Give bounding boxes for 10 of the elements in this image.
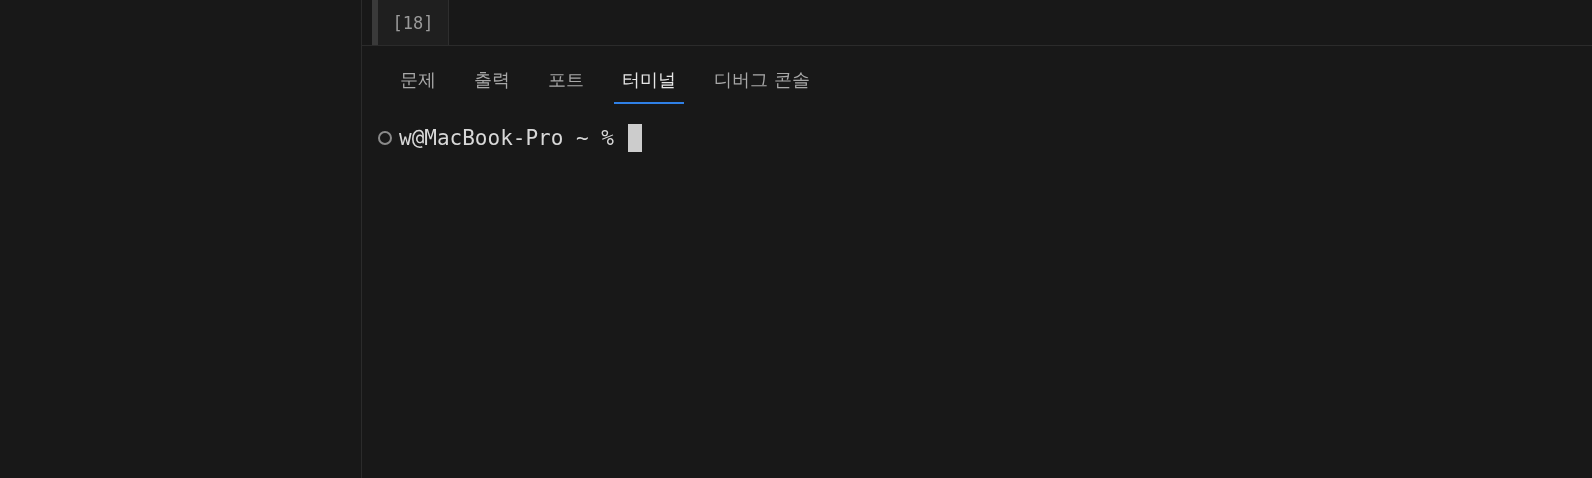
cell-label: [18] bbox=[378, 0, 449, 45]
cell-marker bbox=[372, 0, 378, 45]
terminal-cursor bbox=[627, 124, 642, 152]
panel-tab[interactable]: 포트 bbox=[540, 64, 592, 104]
panel-tab[interactable]: 터미널 bbox=[614, 64, 684, 104]
terminal-prompt: w@MacBook-Pro ~ % bbox=[399, 126, 614, 150]
panel-tab[interactable]: 출력 bbox=[466, 64, 518, 104]
circle-icon bbox=[377, 130, 393, 146]
panel-tab[interactable]: 문제 bbox=[392, 64, 444, 104]
panel-tab[interactable]: 디버그 콘솔 bbox=[706, 64, 818, 104]
